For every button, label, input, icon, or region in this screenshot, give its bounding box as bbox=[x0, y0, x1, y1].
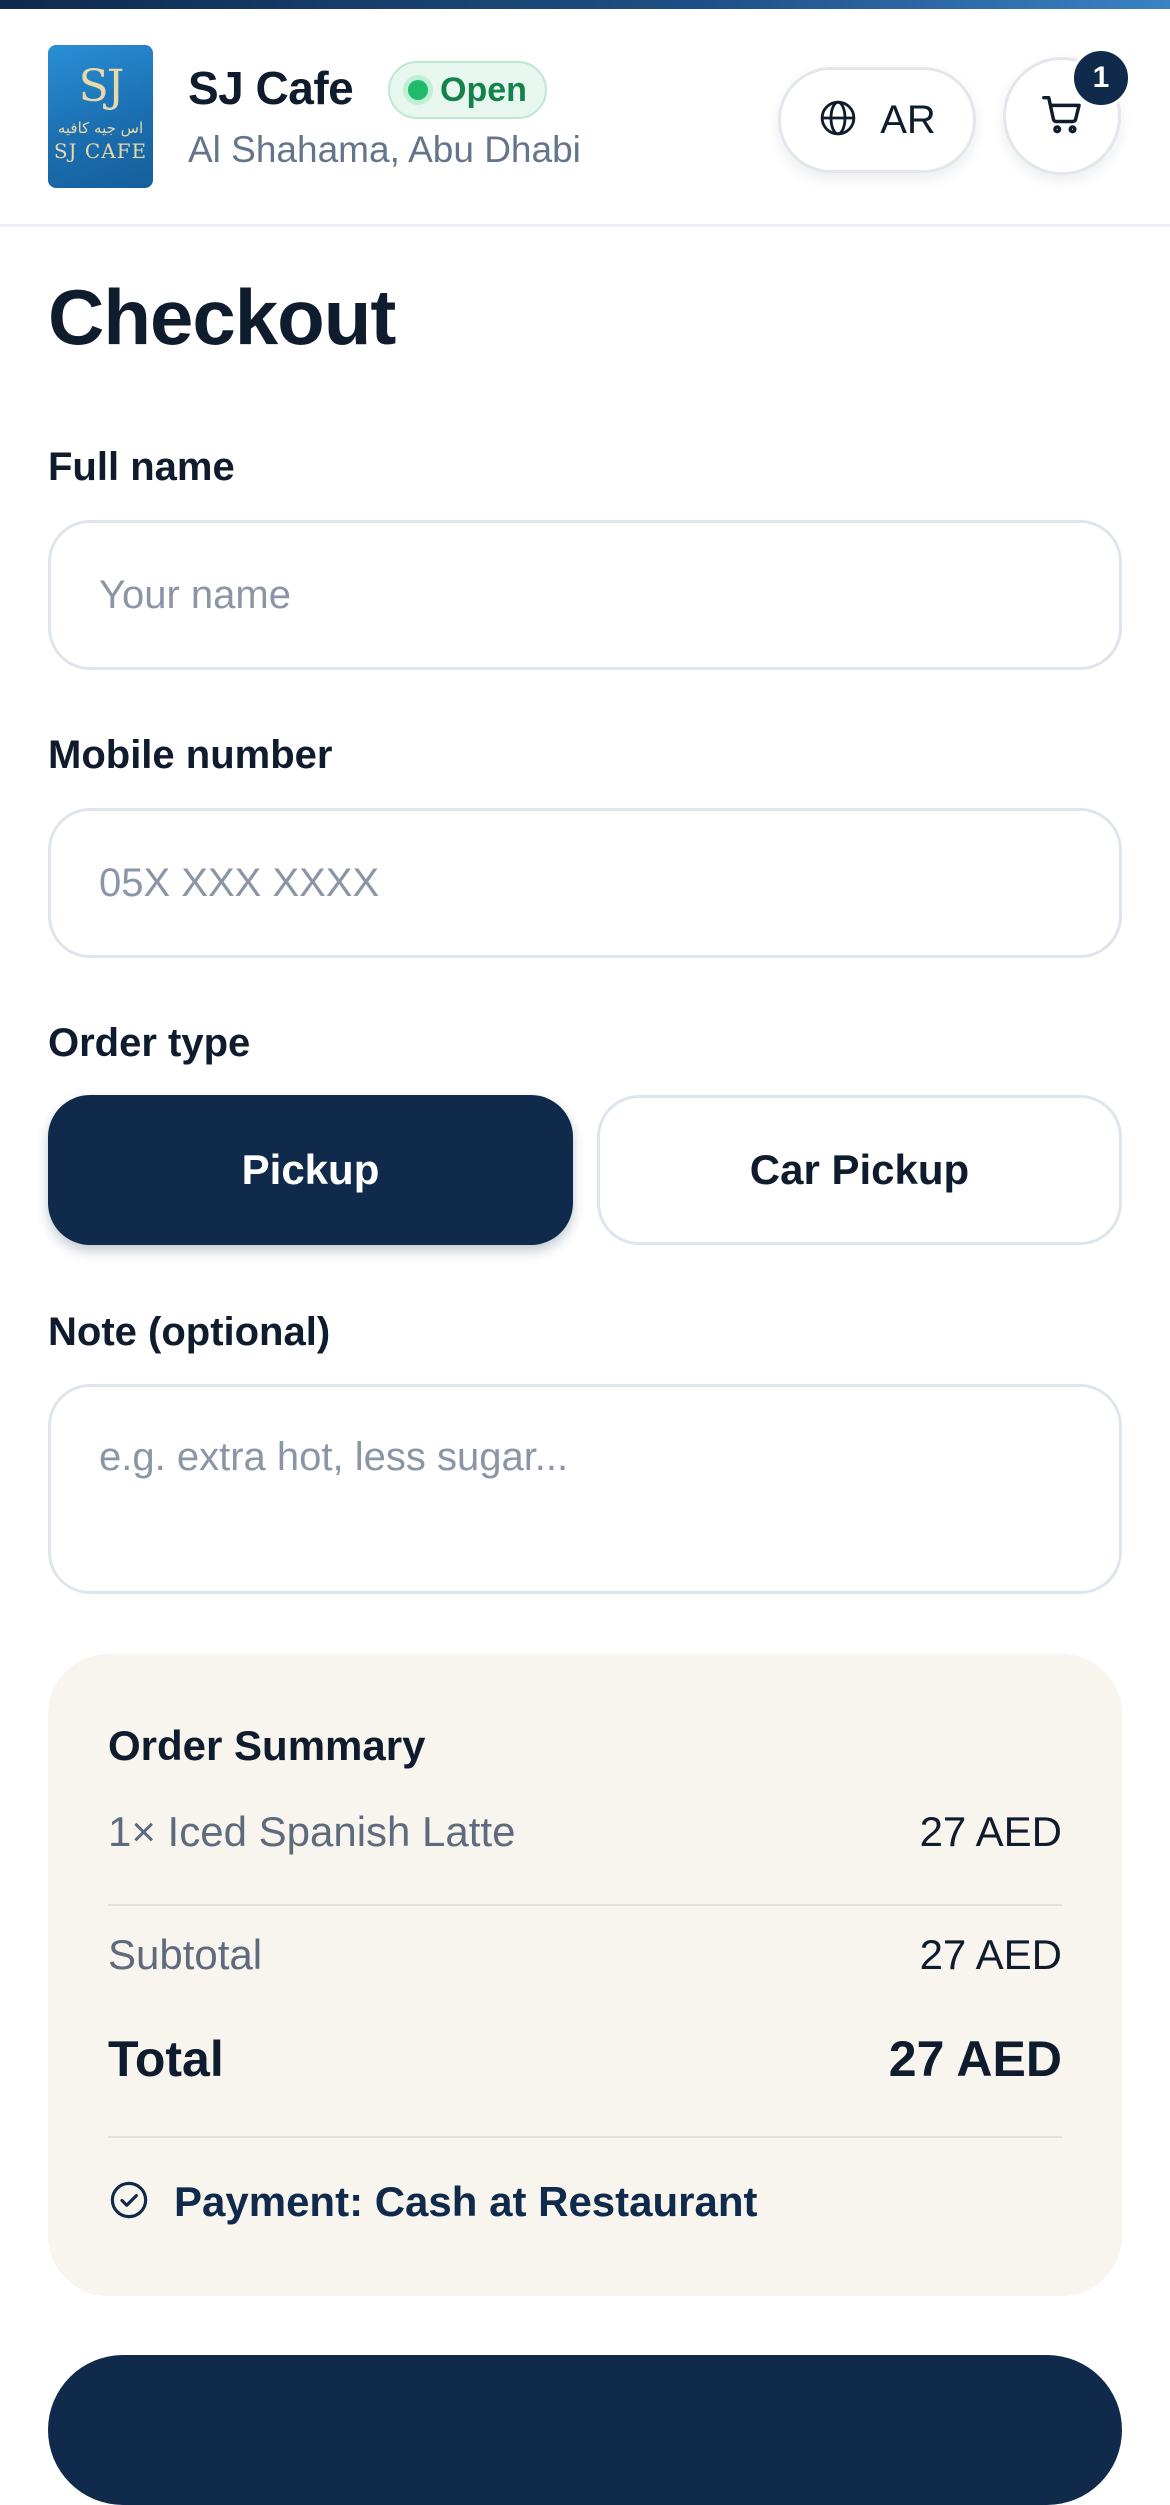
order-type-label: Order type bbox=[48, 1021, 251, 1065]
order-summary-title: Order Summary bbox=[108, 1722, 426, 1769]
mobile-number-label: Mobile number bbox=[48, 733, 333, 777]
globe-icon bbox=[818, 98, 858, 143]
app-header: SJ اس جيه كافيه SJ CAFE SJ Cafe Open Al … bbox=[0, 9, 1170, 227]
payment-method-row: Payment: Cash at Restaurant bbox=[108, 2178, 758, 2226]
logo-arabic-text: اس جيه كافيه bbox=[57, 118, 144, 137]
order-summary-card: Order Summary 1× Iced Spanish Latte 27 A… bbox=[48, 1654, 1122, 2296]
cart-count-badge: 1 bbox=[1071, 48, 1131, 108]
total-label: Total bbox=[108, 2031, 224, 2087]
status-badge: Open bbox=[388, 61, 547, 119]
subtotal-value: 27 AED bbox=[919, 1931, 1062, 1978]
total-value: 27 AED bbox=[888, 2031, 1062, 2087]
summary-item-row: 1× Iced Spanish Latte 27 AED bbox=[108, 1808, 1062, 1856]
check-circle-icon bbox=[108, 2179, 150, 2226]
full-name-input[interactable] bbox=[48, 520, 1122, 670]
status-label: Open bbox=[440, 70, 527, 109]
place-order-button[interactable] bbox=[48, 2355, 1122, 2505]
note-textarea[interactable] bbox=[48, 1384, 1122, 1594]
cafe-location: Al Shahama, Abu Dhabi bbox=[188, 129, 581, 170]
full-name-label: Full name bbox=[48, 445, 235, 489]
summary-divider bbox=[108, 2136, 1062, 2138]
page-title: Checkout bbox=[48, 273, 396, 361]
logo-monogram: SJ bbox=[78, 60, 125, 112]
logo-english-text: SJ CAFE bbox=[53, 138, 148, 163]
summary-divider bbox=[108, 1904, 1062, 1906]
order-type-pickup-button[interactable]: Pickup bbox=[48, 1095, 573, 1245]
cafe-logo: SJ اس جيه كافيه SJ CAFE bbox=[48, 45, 153, 188]
language-toggle-button[interactable]: AR bbox=[778, 67, 976, 173]
cafe-name: SJ Cafe bbox=[188, 62, 354, 114]
top-accent-stripe bbox=[0, 0, 1170, 9]
language-label: AR bbox=[880, 97, 936, 142]
status-dot-icon bbox=[408, 80, 428, 100]
payment-method-text: Payment: Cash at Restaurant bbox=[174, 2178, 758, 2225]
total-row: Total 27 AED bbox=[108, 2030, 1062, 2088]
summary-item-label: 1× Iced Spanish Latte bbox=[108, 1808, 516, 1855]
subtotal-label: Subtotal bbox=[108, 1931, 263, 1978]
mobile-number-input[interactable] bbox=[48, 808, 1122, 958]
note-label: Note (optional) bbox=[48, 1310, 331, 1354]
subtotal-row: Subtotal 27 AED bbox=[108, 1931, 1062, 1979]
summary-item-price: 27 AED bbox=[919, 1808, 1062, 1855]
order-type-car-pickup-button[interactable]: Car Pickup bbox=[597, 1095, 1122, 1245]
